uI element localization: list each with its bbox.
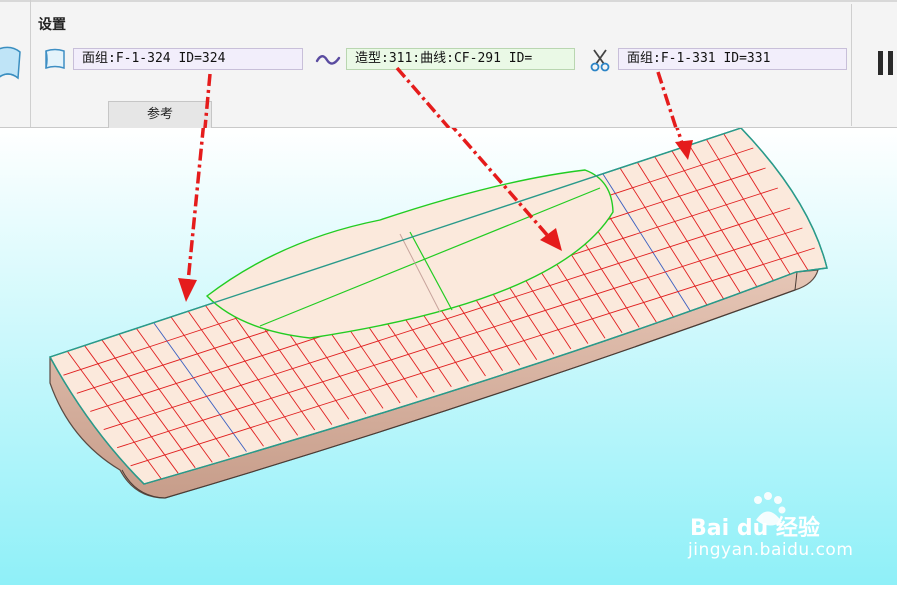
- arrow-1-tail: [203, 73, 212, 128]
- watermark-url: jingyan.baidu.com: [688, 540, 854, 560]
- watermark-logo-text: Bai du 经验: [690, 516, 820, 541]
- arrow-tails-overlay: [203, 66, 678, 128]
- arrow-2-tail: [395, 66, 451, 128]
- arrow-3-tail: [656, 71, 678, 128]
